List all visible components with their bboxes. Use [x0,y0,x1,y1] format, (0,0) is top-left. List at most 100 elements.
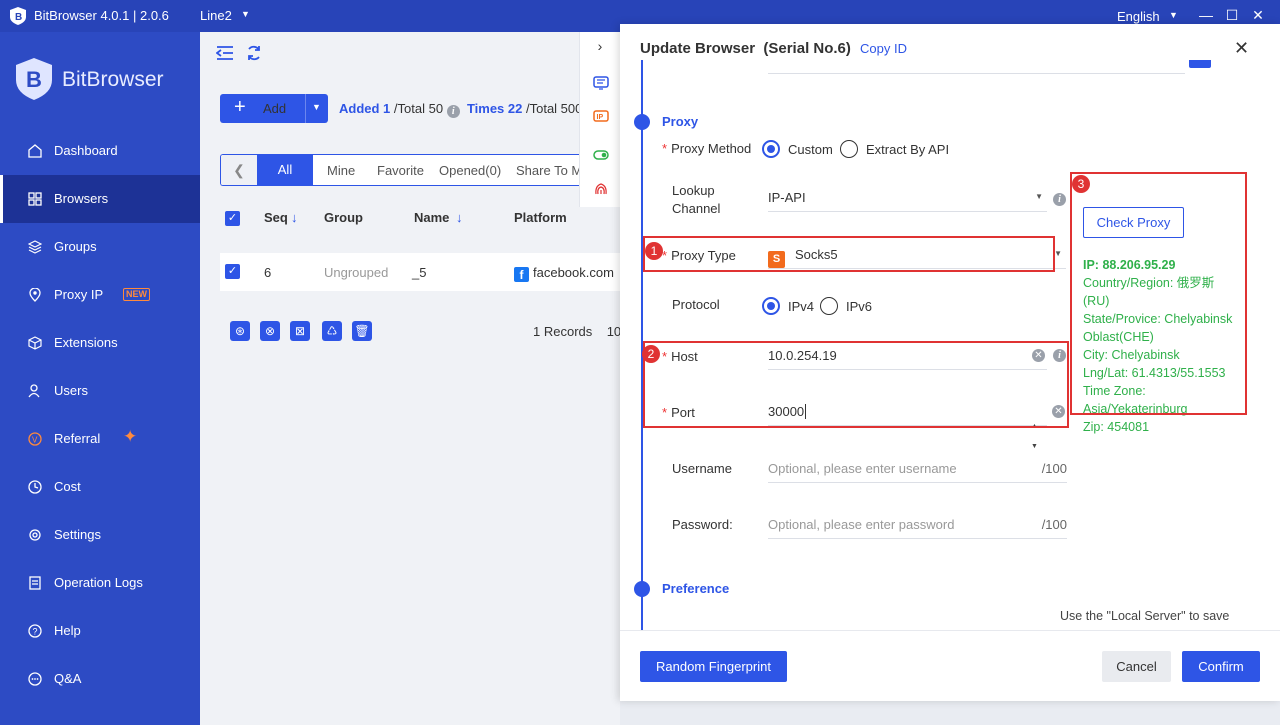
sidebar-item-settings[interactable]: Settings [0,511,200,559]
random-fingerprint-button[interactable]: Random Fingerprint [640,651,787,682]
svg-text:B: B [26,67,42,92]
close-box-icon[interactable]: ⊠ [290,321,310,341]
language-selector[interactable]: English [1117,9,1160,24]
dialog-footer: Random Fingerprint Cancel Confirm [620,630,1280,701]
trash-icon[interactable]: 🗑 [352,321,372,341]
sidebar-item-extensions[interactable]: Extensions [0,319,200,367]
serial-number: (Serial No.6) [763,40,851,57]
brand-logo-icon: B [16,58,52,100]
radio-extract-by-api-label[interactable]: Extract By API [866,142,949,157]
minimize-icon[interactable]: — [1196,5,1216,25]
radio-custom[interactable] [762,140,780,158]
refresh-icon[interactable] [245,44,263,62]
sidebar-item-label: Cost [54,479,81,494]
row-seq: 6 [264,265,272,280]
chevron-right-icon[interactable]: › [580,38,620,54]
previous-field-button[interactable] [1189,60,1211,68]
close-circle-icon[interactable]: ⊗ [260,321,280,341]
lookup-channel-label: Lookup [672,183,715,198]
sidebar-item-cost[interactable]: Cost [0,463,200,511]
tab-favorite[interactable]: Favorite [377,163,424,178]
sidebar-item-users[interactable]: Users [0,367,200,415]
info-icon[interactable]: i [446,105,460,118]
cancel-button[interactable]: Cancel [1102,651,1171,682]
preference-note: Use the "Local Server" to save [1060,609,1230,623]
sidebar-item-label: Browsers [54,191,109,206]
username-input[interactable]: Optional, please enter username /100 [768,457,1067,483]
annotation-box-host-port [643,341,1069,428]
section-preference: Preference [662,581,730,596]
page-size[interactable]: 10 [607,324,621,339]
sidebar: B BitBrowser Dashboard Browsers Groups P… [0,32,200,725]
sidebar-item-help[interactable]: ? Help [0,607,200,655]
chevron-down-icon[interactable]: ▼ [1035,192,1043,201]
log-icon [29,576,41,590]
recycle-icon[interactable]: ♺ [322,321,342,341]
app-title: BitBrowser 4.0.1 | 2.0.6 [34,8,169,23]
radio-ipv6-label[interactable]: IPv6 [846,299,872,314]
row-platform: f facebook.com [514,265,614,282]
maximize-icon[interactable]: ☐ [1222,5,1242,25]
lookup-channel-select[interactable]: IP-API ▼ [768,186,1047,212]
dialog-title-text: Update Browser [640,40,756,57]
sidebar-item-browsers[interactable]: Browsers [0,175,200,223]
chevron-down-icon[interactable]: ▼ [241,9,250,19]
tab-all[interactable]: All [257,155,313,185]
sidebar-item-proxy-ip[interactable]: Proxy IP NEW [0,271,200,319]
sidebar-item-groups[interactable]: Groups [0,223,200,271]
radio-ipv4[interactable] [762,297,780,315]
zip-code: Zip: 454081 [1083,420,1150,434]
column-seq[interactable]: Seq [264,210,288,225]
console-icon[interactable] [593,76,609,90]
annotation-badge-3: 3 [1072,175,1090,193]
info-icon[interactable]: i [1053,193,1066,206]
tab-opened[interactable]: Opened(0) [439,163,501,178]
ip-icon[interactable]: IP [593,110,609,124]
toggle-icon[interactable] [593,148,609,162]
line-selector[interactable]: Line2 [200,8,232,23]
chevron-down-icon[interactable]: ▼ [1169,10,1178,20]
close-icon[interactable]: ✕ [1234,38,1249,59]
sidebar-item-operation-logs[interactable]: Operation Logs [0,559,200,607]
sort-arrow-icon[interactable]: ↓ [291,210,298,225]
open-icon[interactable]: ⊛ [230,321,250,341]
timeline-dot [634,114,650,130]
annotation-box-check-proxy [1070,172,1247,415]
add-button[interactable]: + Add ▼ [220,94,328,123]
sidebar-item-referral[interactable]: V Referral ✦ [0,415,200,463]
collapse-menu-icon[interactable] [216,45,234,61]
column-name[interactable]: Name [414,210,449,225]
tab-share-to-me[interactable]: Share To M [516,163,582,178]
sidebar-item-dashboard[interactable]: Dashboard [0,127,200,175]
chevron-down-icon[interactable]: ▼ [312,102,321,112]
sparkle-icon: ✦ [123,427,138,446]
sort-arrow-icon[interactable]: ↓ [456,210,463,225]
divider [305,94,306,123]
radio-extract-by-api[interactable] [840,140,858,158]
username-label: Username [672,461,732,476]
close-window-icon[interactable]: ✕ [1248,5,1268,25]
row-checkbox[interactable]: ✓ [225,264,240,279]
grid-icon [28,192,42,206]
new-badge: NEW [123,288,150,301]
usage-stats: Added 1 /Total 50 i Times 22 /Total 500 [339,101,582,118]
sidebar-item-label: Dashboard [54,143,118,158]
radio-ipv4-label[interactable]: IPv4 [788,299,814,314]
home-icon [28,144,42,158]
password-label: Password: [672,517,733,532]
chevron-down-icon[interactable]: ▼ [1054,249,1062,258]
sidebar-item-qa[interactable]: Q&A [0,655,200,703]
fingerprint-icon[interactable] [593,182,609,196]
location-pin-icon [29,288,41,302]
confirm-button[interactable]: Confirm [1182,651,1260,682]
chevron-left-icon[interactable]: ❮ [221,155,257,185]
password-input[interactable]: Optional, please enter password /100 [768,513,1067,539]
total-times: /Total 500 [525,101,583,116]
tab-mine[interactable]: Mine [327,163,355,178]
table-row[interactable]: ✓ 6 Ungrouped _5 f facebook.com [220,253,620,291]
radio-ipv6[interactable] [820,297,838,315]
copy-id-link[interactable]: Copy ID [860,41,907,56]
previous-field[interactable] [768,60,1185,74]
select-all-checkbox[interactable]: ✓ [225,211,240,226]
radio-custom-label[interactable]: Custom [788,142,833,157]
